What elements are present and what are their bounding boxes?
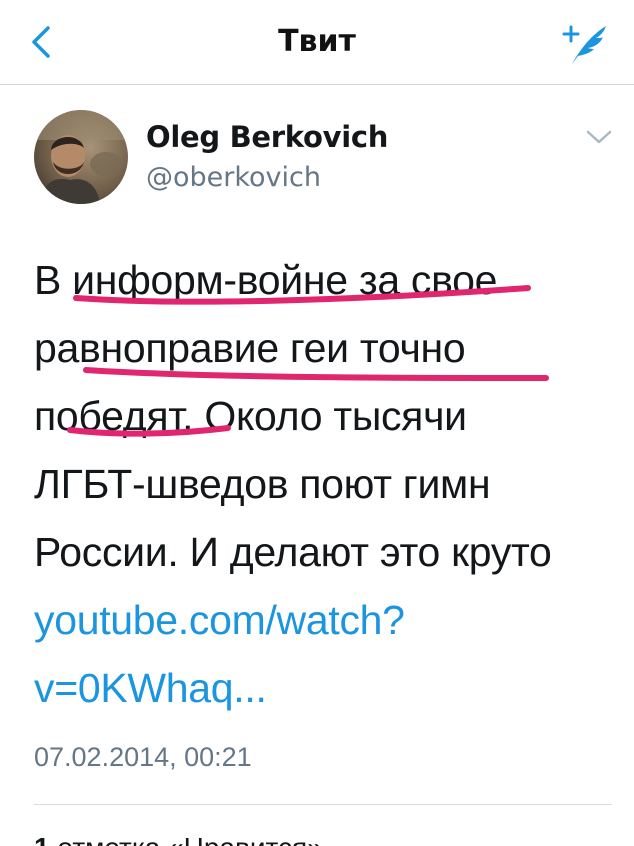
tweet-timestamp: 07.02.2014, 00:21 <box>34 742 252 772</box>
avatar-photo <box>34 110 128 204</box>
tweet-menu-button[interactable] <box>582 124 616 150</box>
avatar[interactable] <box>34 110 128 204</box>
compose-button[interactable] <box>556 20 612 68</box>
tweet-text-line: равноправие геи точно <box>34 325 466 371</box>
chevron-down-icon <box>586 130 612 144</box>
tweet-text: В информ-войне за свое равноправие геи т… <box>34 246 624 722</box>
tweet-text-line: России. И делают это круто <box>34 529 552 575</box>
tweet-link[interactable]: v=0KWhaq... <box>34 654 624 722</box>
tweet-text-line: В информ-войне за свое <box>34 257 498 303</box>
likes-number: 1 <box>34 832 50 846</box>
page-title: Твит <box>278 24 356 59</box>
author-name[interactable]: Oleg Berkovich <box>146 120 388 154</box>
tweet-link[interactable]: youtube.com/watch? <box>34 586 624 654</box>
author-handle[interactable]: @oberkovich <box>146 162 321 193</box>
navigation-bar: Твит <box>0 0 634 85</box>
divider <box>34 804 612 805</box>
compose-tweet-icon <box>562 25 606 64</box>
likes-count[interactable]: 1 отметка «Нравится» <box>34 832 323 846</box>
likes-label: отметка «Нравится» <box>50 832 322 846</box>
tweet-text-line: победят. Около тысячи <box>34 393 467 439</box>
tweet-text-line: ЛГБТ-шведов поют гимн <box>34 461 491 507</box>
tweet-detail-screen: Твит Oleg Berkovich @oberkovich В информ… <box>0 0 634 846</box>
